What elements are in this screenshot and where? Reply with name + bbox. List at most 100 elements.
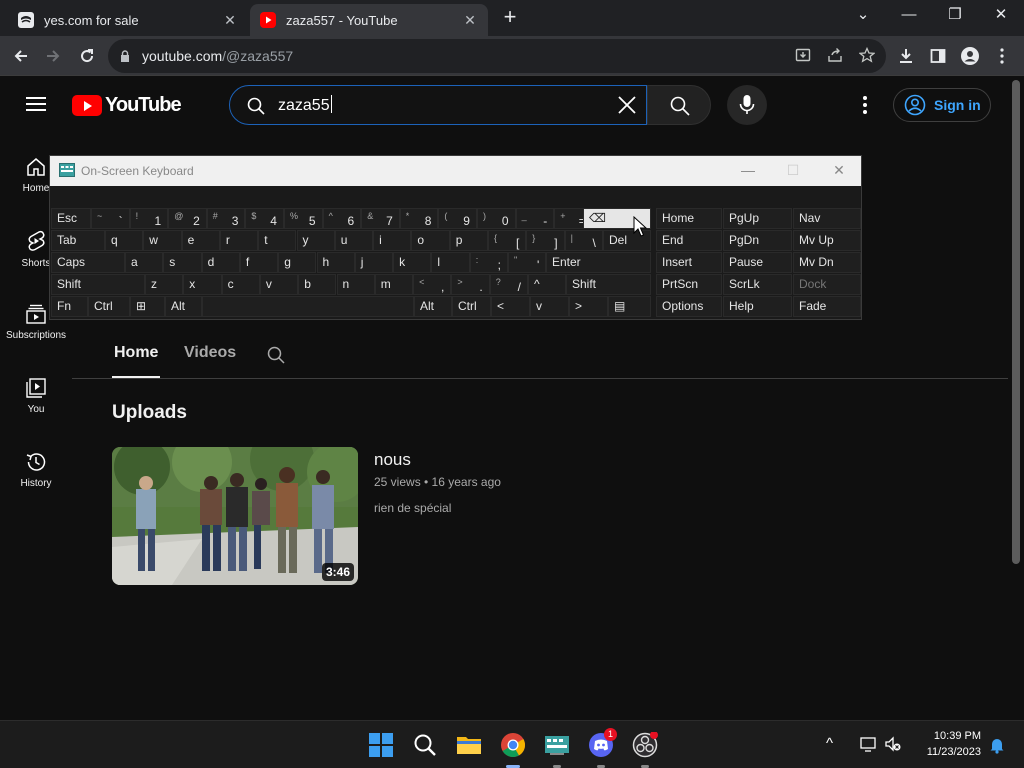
taskbar-search-icon[interactable] bbox=[412, 732, 438, 758]
key[interactable]: a bbox=[125, 252, 164, 273]
restore-button[interactable]: ❐ bbox=[932, 0, 978, 32]
key[interactable]: t bbox=[258, 230, 297, 251]
key[interactable]: :; bbox=[469, 252, 508, 273]
key[interactable]: " ' bbox=[508, 252, 547, 273]
key-arrow-up[interactable]: ^ bbox=[528, 274, 567, 295]
osk-minimize-button[interactable]: — bbox=[736, 160, 760, 180]
key-prtscn[interactable]: PrtScn bbox=[656, 274, 722, 295]
back-button[interactable] bbox=[8, 43, 34, 69]
key[interactable]: e bbox=[181, 230, 220, 251]
key[interactable]: <, bbox=[413, 274, 452, 295]
key-dock[interactable]: Dock bbox=[793, 274, 861, 295]
key[interactable]: % 5 bbox=[284, 208, 323, 229]
key[interactable]: g bbox=[278, 252, 317, 273]
key-insert[interactable]: Insert bbox=[656, 252, 722, 273]
key-space[interactable] bbox=[202, 296, 414, 317]
tab-youtube[interactable]: zaza557 - YouTube ✕ bbox=[250, 4, 488, 36]
clear-search-icon[interactable] bbox=[614, 92, 640, 118]
key[interactable]: }] bbox=[526, 230, 565, 251]
sign-in-button[interactable]: Sign in bbox=[893, 88, 991, 122]
profile-icon[interactable] bbox=[957, 43, 983, 69]
osk-close-button[interactable]: ✕ bbox=[827, 160, 851, 180]
chrome-menu-icon[interactable] bbox=[989, 43, 1015, 69]
tab-search-button[interactable]: ⌄ bbox=[840, 0, 886, 32]
tab-home[interactable]: Home bbox=[114, 344, 158, 362]
key[interactable]: ? / bbox=[489, 274, 528, 295]
key-end[interactable]: End bbox=[656, 230, 722, 251]
search-button[interactable] bbox=[647, 85, 711, 125]
key[interactable]: _ - bbox=[515, 208, 555, 229]
key-pgup[interactable]: PgUp bbox=[723, 208, 792, 229]
volume-muted-icon[interactable] bbox=[884, 735, 902, 753]
key[interactable]: ) 0 bbox=[477, 208, 516, 229]
key[interactable]: | \ bbox=[564, 230, 603, 251]
key-fn[interactable]: Fn bbox=[51, 296, 88, 317]
key[interactable]: z bbox=[145, 274, 184, 295]
key-home[interactable]: Home bbox=[656, 208, 722, 229]
share-icon[interactable] bbox=[824, 47, 846, 69]
osk-taskbar-icon[interactable] bbox=[544, 732, 570, 758]
key[interactable]: f bbox=[239, 252, 279, 273]
key[interactable]: x bbox=[183, 274, 222, 295]
key[interactable]: * 8 bbox=[399, 208, 439, 229]
discord-icon[interactable]: 1 bbox=[588, 728, 617, 758]
key-arrow-left[interactable]: < bbox=[491, 296, 530, 317]
key[interactable]: m bbox=[374, 274, 414, 295]
guide-menu-icon[interactable] bbox=[26, 97, 46, 111]
new-tab-button[interactable]: + bbox=[498, 6, 522, 30]
key[interactable]: p bbox=[449, 230, 488, 251]
address-bar[interactable]: youtube.com/@zaza557 bbox=[108, 39, 886, 73]
key-arrow-right[interactable]: > bbox=[569, 296, 608, 317]
key[interactable]: b bbox=[298, 274, 337, 295]
key[interactable]: u bbox=[334, 230, 374, 251]
chrome-taskbar-icon[interactable] bbox=[500, 732, 526, 758]
video-title[interactable]: nous bbox=[374, 450, 411, 470]
voice-search-button[interactable] bbox=[727, 85, 767, 125]
key-pause[interactable]: Pause bbox=[723, 252, 792, 273]
key[interactable]: k bbox=[393, 252, 432, 273]
channel-search-icon[interactable] bbox=[266, 345, 286, 370]
tab-close-icon[interactable]: ✕ bbox=[462, 12, 478, 29]
key-windows[interactable]: ⊞ bbox=[130, 296, 165, 317]
page-scrollbar[interactable] bbox=[1012, 80, 1020, 564]
key[interactable]: (9 bbox=[438, 208, 477, 229]
osk-title-bar[interactable]: On-Screen Keyboard — ☐ ✕ bbox=[50, 156, 861, 186]
key[interactable]: $4 bbox=[245, 208, 284, 229]
key[interactable]: o bbox=[411, 230, 450, 251]
key-scrlk[interactable]: ScrLk bbox=[723, 274, 792, 295]
key[interactable]: ~ ` bbox=[91, 208, 130, 229]
key-tab[interactable]: Tab bbox=[51, 230, 105, 251]
tab-videos[interactable]: Videos bbox=[184, 344, 236, 362]
guide-item-you[interactable]: You bbox=[0, 377, 72, 415]
key[interactable]: c bbox=[221, 274, 260, 295]
clock-time[interactable]: 10:39 PM bbox=[912, 730, 981, 742]
windows-start-icon[interactable] bbox=[368, 732, 394, 758]
key[interactable]: ^ 6 bbox=[322, 208, 362, 229]
key-mv-dn[interactable]: Mv Dn bbox=[793, 252, 861, 273]
bookmark-star-icon[interactable] bbox=[856, 46, 878, 69]
key[interactable]: l bbox=[431, 252, 470, 273]
key[interactable]: j bbox=[354, 252, 394, 273]
close-window-button[interactable]: ✕ bbox=[978, 0, 1024, 32]
key-esc[interactable]: Esc bbox=[51, 208, 91, 229]
key-fade[interactable]: Fade bbox=[793, 296, 861, 317]
clock-date[interactable]: 11/23/2023 bbox=[912, 746, 981, 758]
key[interactable]: {[ bbox=[488, 230, 527, 251]
key[interactable]: v bbox=[259, 274, 299, 295]
side-panel-icon[interactable] bbox=[925, 43, 951, 69]
notification-bell-icon[interactable] bbox=[988, 736, 1006, 754]
key[interactable]: h bbox=[316, 252, 355, 273]
downloads-icon[interactable] bbox=[893, 43, 919, 69]
key-mv-up[interactable]: Mv Up bbox=[793, 230, 861, 251]
key-enter[interactable]: Enter bbox=[546, 252, 651, 273]
key[interactable]: @2 bbox=[168, 208, 207, 229]
tab-yes-com[interactable]: yes.com for sale ✕ bbox=[8, 4, 248, 36]
show-hidden-icons-button[interactable]: ^ bbox=[826, 735, 833, 752]
key[interactable]: d bbox=[201, 252, 240, 273]
key-right-ctrl[interactable]: Ctrl bbox=[452, 296, 491, 317]
guide-item-history[interactable]: History bbox=[0, 451, 72, 489]
key-left-ctrl[interactable]: Ctrl bbox=[88, 296, 130, 317]
obs-icon[interactable] bbox=[632, 731, 658, 758]
key-right-shift[interactable]: Shift bbox=[566, 274, 651, 295]
key[interactable]: ! 1 bbox=[129, 208, 169, 229]
